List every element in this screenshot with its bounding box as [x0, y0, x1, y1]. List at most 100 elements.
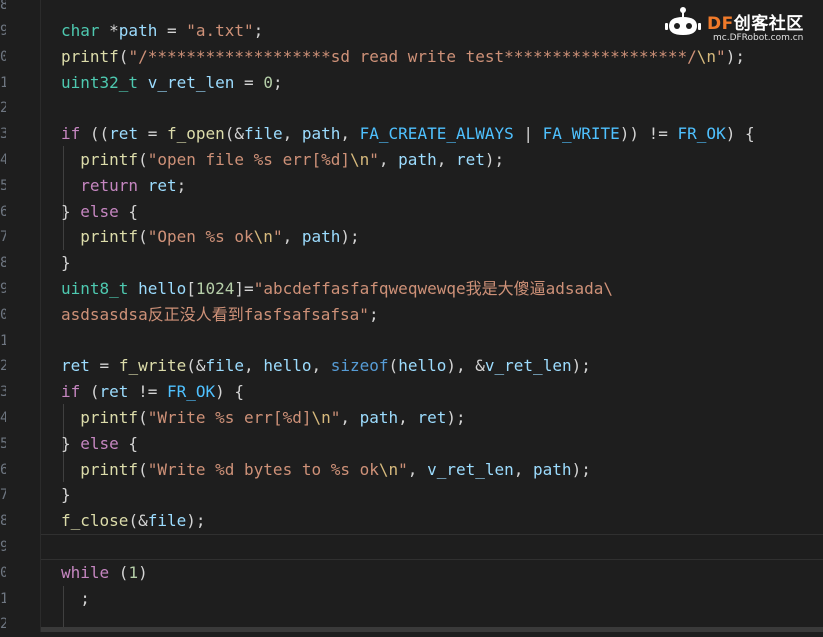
code-token: 1024	[195, 279, 235, 298]
code-token: "Write %d bytes to %s ok	[147, 459, 379, 479]
code-token: )) !=	[619, 124, 678, 144]
code-line[interactable]: uint8_t hello[1024]="abcdeffasfafqweqwew…	[61, 276, 613, 302]
code-token: (	[80, 382, 100, 402]
code-token: printf	[80, 459, 139, 479]
code-token: ret	[417, 408, 447, 427]
code-token: ), &	[446, 356, 485, 376]
code-token: v_ret_len	[147, 72, 235, 92]
code-token: |	[513, 124, 543, 144]
code-line[interactable]: }	[61, 250, 71, 276]
code-token: }	[61, 253, 71, 273]
code-token: f_close	[61, 511, 129, 531]
dfrobot-watermark: DF创客社区 mc.DFRobot.com.cn	[663, 2, 811, 46]
code-token: ) {	[725, 124, 755, 144]
code-line[interactable]: } else {	[61, 199, 138, 225]
code-line[interactable]: while (1)	[61, 560, 148, 586]
code-token: printf	[61, 46, 119, 66]
line-number: 3	[0, 384, 6, 401]
code-token: (&	[186, 356, 206, 376]
code-line[interactable]: printf("open file %s err[%d]\n", path, r…	[61, 147, 504, 173]
line-number: 6	[0, 461, 6, 478]
code-token: (	[138, 227, 148, 247]
line-number: 7	[0, 229, 6, 246]
code-token: (	[388, 356, 399, 376]
code-line[interactable]: if (ret != FR_OK) {	[61, 379, 244, 405]
code-token: ,	[436, 150, 456, 169]
code-token: hello	[138, 279, 187, 298]
code-token: }	[61, 201, 81, 221]
code-token: ,	[244, 356, 264, 376]
code-line[interactable]: char *path = "a.txt";	[61, 18, 263, 44]
code-token: ,	[282, 124, 302, 144]
line-number: 8	[0, 513, 6, 530]
code-token: "	[272, 227, 283, 247]
code-token: uint8_t	[61, 279, 129, 298]
code-token: (	[138, 459, 148, 479]
code-line[interactable]: }	[61, 482, 71, 508]
code-token: ;	[272, 72, 283, 92]
code-line[interactable]: printf("Open %s ok\n", path);	[61, 224, 360, 250]
code-line[interactable]: f_close(&file);	[61, 508, 206, 534]
code-line[interactable]: ret = f_write(&file, hello, sizeof(hello…	[61, 353, 591, 379]
code-token: 0	[263, 72, 273, 92]
code-token: \n	[378, 459, 399, 479]
code-token: "	[369, 150, 379, 169]
code-token: }	[61, 433, 81, 453]
line-number: 9	[0, 23, 6, 39]
line-number: 3	[0, 126, 6, 143]
code-token: char	[61, 21, 100, 40]
code-token: hello	[398, 356, 447, 376]
code-line[interactable]: ;	[61, 586, 90, 612]
code-line[interactable]: printf("/*******************sd read writ…	[61, 44, 745, 70]
line-number-gutter: 8 9 0 1 2 3 4 5 6 7 8 9 0 1 2 3 4 5 6 7 8 9 0 1 2	[0, 0, 41, 632]
line-number: 1	[0, 74, 6, 91]
watermark-brand-cn: 创客社区	[733, 14, 804, 34]
code-token: \n	[696, 46, 717, 66]
code-token: sizeof	[330, 356, 389, 376]
code-token: (	[138, 150, 148, 169]
code-token: printf	[80, 408, 139, 427]
code-token: FA_WRITE	[542, 124, 620, 144]
code-token: {	[118, 433, 139, 453]
code-token: !=	[128, 382, 167, 402]
code-token: );	[340, 227, 360, 247]
code-token: path	[359, 408, 399, 427]
code-line[interactable]: printf("Write %s err[%d]\n", path, ret);	[61, 405, 465, 431]
code-line[interactable]: if ((ret = f_open(&file, path, FA_CREATE…	[61, 121, 755, 147]
code-token: "Write %s err[%d]	[147, 408, 312, 427]
code-token: else	[80, 201, 119, 221]
code-token: ;	[61, 588, 90, 608]
code-token: asdsasdsa反正没人看到fasfsafsafsa"	[61, 304, 369, 324]
code-token: f_write	[118, 356, 187, 376]
code-token: else	[80, 433, 119, 453]
robot-logo-icon	[665, 7, 701, 35]
code-token: ret	[455, 150, 485, 169]
code-token: );	[725, 46, 745, 66]
horizontal-scrollbar[interactable]	[41, 627, 823, 632]
code-token: while	[61, 562, 110, 582]
code-token: "a.txt"	[186, 21, 254, 40]
code-token: ((	[80, 124, 110, 144]
code-line[interactable]: } else {	[61, 431, 138, 457]
code-editor[interactable]: char *path = "a.txt"; printf("/**********…	[41, 0, 823, 632]
code-line[interactable]: return ret;	[61, 173, 186, 199]
code-token: (	[109, 562, 129, 582]
code-token: printf	[80, 150, 139, 169]
code-token: );	[186, 511, 206, 531]
code-line[interactable]: asdsasdsa反正没人看到fasfsafsafsa";	[61, 302, 379, 328]
code-token: "Open %s ok	[147, 227, 254, 247]
code-token: ,	[282, 227, 302, 247]
watermark-url: mc.DFRobot.com.cn	[713, 33, 804, 43]
code-token: path	[118, 21, 158, 40]
code-token: if	[61, 382, 81, 402]
code-line[interactable]: uint32_t v_ret_len = 0;	[61, 70, 283, 96]
code-token: v_ret_len	[427, 459, 514, 479]
code-line[interactable]: printf("Write %d bytes to %s ok\n", v_re…	[61, 457, 591, 483]
code-token: )	[138, 562, 148, 582]
line-number: 1	[0, 590, 6, 607]
code-token: file	[205, 356, 245, 376]
